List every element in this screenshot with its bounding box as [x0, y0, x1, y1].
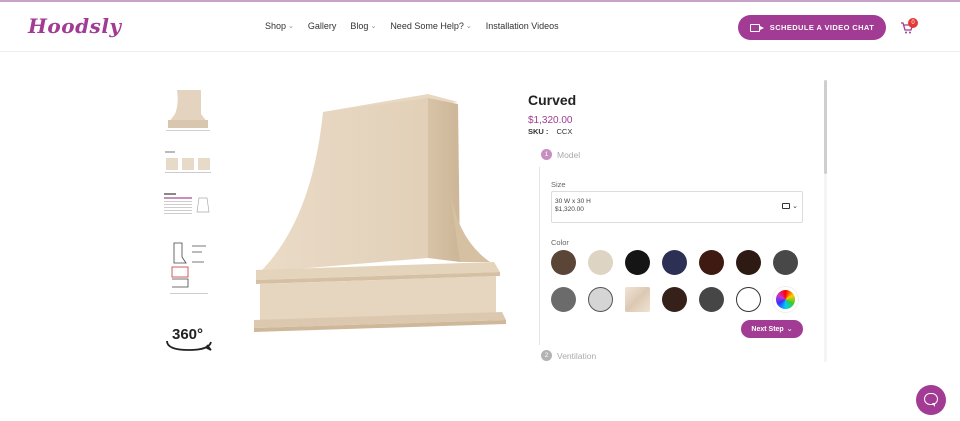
step-number: 2	[541, 350, 552, 361]
size-option-price: $1,320.00	[555, 206, 584, 213]
color-swatch-navy[interactable]	[662, 250, 687, 275]
thumbnail-hood-photo[interactable]	[163, 86, 213, 132]
color-swatch-espresso[interactable]	[736, 250, 761, 275]
chat-bubble-icon	[924, 393, 938, 407]
video-camera-icon	[749, 23, 764, 32]
nav-item-blog[interactable]: Blog ⌄	[350, 21, 376, 31]
nav-item-help[interactable]: Need Some Help? ⌄	[390, 21, 471, 31]
size-select-controls: ⌄	[782, 202, 798, 210]
color-swatch-black[interactable]	[625, 250, 650, 275]
chat-widget-button[interactable]	[916, 385, 946, 415]
color-swatch-light-gray[interactable]	[588, 287, 613, 312]
chevron-down-icon: ⌄	[792, 203, 798, 210]
color-swatch-white[interactable]	[736, 287, 761, 312]
hood-thumbnail-image	[163, 86, 213, 132]
size-option-dimensions: 30 W x 30 H	[555, 198, 591, 205]
step-number: 1	[541, 149, 552, 160]
step-label: Ventilation	[557, 350, 597, 361]
next-step-label: Next Step	[751, 325, 784, 333]
panel-scrollbar-thumb[interactable]	[824, 80, 827, 174]
thumb-360-label: 360°	[172, 326, 204, 343]
main-product-image[interactable]	[250, 90, 515, 340]
step-label: Model	[557, 149, 581, 160]
color-swatch-cream[interactable]	[588, 250, 613, 275]
sku-label: SKU :	[528, 127, 549, 136]
schedule-video-chat-button[interactable]: SCHEDULE A VIDEO CHAT	[738, 15, 886, 40]
spec-sheet-thumbnail-image	[163, 192, 213, 220]
thumbnail-360-view[interactable]: 360°	[163, 323, 215, 353]
main-nav: Shop ⌄ Gallery Blog ⌄ Need Some Help? ⌄ …	[265, 21, 573, 31]
thumbnail-spec-sheet[interactable]	[163, 192, 213, 220]
dimensions-thumbnail-image	[164, 150, 212, 176]
color-swatch-dark-gray[interactable]	[699, 287, 724, 312]
inbox-icon	[782, 203, 791, 209]
installation-diagram-thumbnail-image	[168, 237, 210, 299]
thumbnail-dimensions[interactable]	[164, 150, 212, 176]
color-swatch-mahogany[interactable]	[699, 250, 724, 275]
chevron-down-icon: ⌄	[370, 23, 377, 30]
size-label: Size	[551, 180, 566, 189]
logo[interactable]: Hoodsly	[28, 14, 122, 38]
cart-count-badge: 0	[908, 18, 918, 28]
chevron-down-icon: ⌄	[465, 23, 472, 30]
nav-item-label: Installation Videos	[485, 21, 559, 31]
product-title: Curved	[528, 92, 577, 108]
product-price: $1,320.00	[528, 115, 573, 126]
nav-item-gallery[interactable]: Gallery	[308, 21, 337, 31]
color-swatch-dark-brown[interactable]	[662, 287, 687, 312]
nav-item-installation-videos[interactable]: Installation Videos	[486, 21, 559, 31]
color-swatch-walnut[interactable]	[551, 250, 576, 275]
sku-value: CCX	[556, 127, 573, 136]
color-swatch-custom-color[interactable]	[773, 287, 798, 312]
nav-item-shop[interactable]: Shop ⌄	[265, 21, 294, 31]
thumbnail-installation-diagram[interactable]	[168, 237, 210, 299]
site-header: Hoodsly Shop ⌄ Gallery Blog ⌄ Need Some …	[0, 2, 960, 52]
color-swatch-slate-gray[interactable]	[551, 287, 576, 312]
size-select[interactable]: 30 W x 30 H $1,320.00 ⌄	[551, 191, 803, 223]
nav-item-label: Need Some Help?	[390, 21, 464, 31]
color-swatch-charcoal[interactable]	[773, 250, 798, 275]
product-sku: SKU : CCX	[528, 127, 572, 136]
nav-item-label: Gallery	[307, 21, 337, 31]
step-model[interactable]: 1 Model	[541, 149, 580, 160]
nav-item-label: Shop	[265, 21, 287, 31]
color-label: Color	[551, 238, 569, 247]
nav-item-label: Blog	[350, 21, 369, 31]
next-step-button[interactable]: Next Step ⌄	[741, 320, 803, 338]
chevron-down-icon: ⌄	[288, 23, 294, 30]
step-ventilation[interactable]: 2 Ventilation	[541, 350, 596, 361]
step-connector-line	[539, 167, 540, 345]
color-swatch-raw-maple[interactable]	[625, 287, 650, 312]
cta-label: SCHEDULE A VIDEO CHAT	[769, 23, 875, 32]
chevron-down-icon: ⌄	[786, 326, 793, 333]
